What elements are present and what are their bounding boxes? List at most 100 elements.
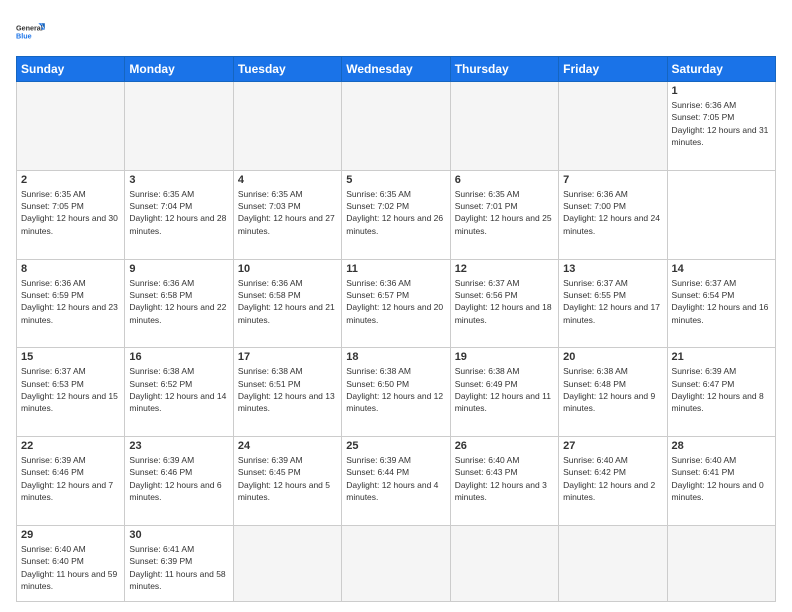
- calendar-week-5: 22Sunrise: 6:39 AMSunset: 6:46 PMDayligh…: [17, 437, 776, 526]
- day-detail: Sunrise: 6:35 AMSunset: 7:02 PMDaylight:…: [346, 188, 445, 237]
- day-number: 20: [563, 351, 662, 363]
- empty-cell: [342, 82, 450, 171]
- dow-header-friday: Friday: [559, 57, 667, 82]
- day-number: 8: [21, 263, 120, 275]
- calendar-day-14: 14 Sunrise: 6:37 AMSunset: 6:54 PMDayligh…: [667, 259, 775, 348]
- day-detail: Sunrise: 6:38 AMSunset: 6:49 PMDaylight:…: [455, 365, 554, 414]
- calendar-day-26: 26Sunrise: 6:40 AMSunset: 6:43 PMDayligh…: [450, 437, 558, 526]
- day-number: 4: [238, 174, 337, 186]
- day-number: 18: [346, 351, 445, 363]
- day-number: 21: [672, 351, 771, 363]
- calendar-day-28: 28Sunrise: 6:40 AMSunset: 6:41 PMDayligh…: [667, 437, 775, 526]
- day-number: 6: [455, 174, 554, 186]
- calendar-week-2: 2 Sunrise: 6:35 AMSunset: 7:05 PMDaylight…: [17, 170, 776, 259]
- calendar-day-16: 16Sunrise: 6:38 AMSunset: 6:52 PMDayligh…: [125, 348, 233, 437]
- calendar-day-3: 3Sunrise: 6:35 AMSunset: 7:04 PMDaylight…: [125, 170, 233, 259]
- day-number: 13: [563, 263, 662, 275]
- day-number: 29: [21, 529, 120, 541]
- calendar-day-27: 27 Sunrise: 6:40 AMSunset: 6:42 PMDayligh…: [559, 437, 667, 526]
- day-detail: Sunrise: 6:37 AMSunset: 6:56 PMDaylight:…: [455, 277, 554, 326]
- logo: GeneralBlue: [16, 16, 48, 48]
- day-number: 27: [563, 440, 662, 452]
- day-detail: Sunrise: 6:40 AMSunset: 6:43 PMDaylight:…: [455, 454, 554, 503]
- day-number: 25: [346, 440, 445, 452]
- day-detail: Sunrise: 6:36 AMSunset: 6:58 PMDaylight:…: [238, 277, 337, 326]
- calendar-day-17: 17 Sunrise: 6:38 AMSunset: 6:51 PMDayligh…: [233, 348, 341, 437]
- empty-cell: [559, 525, 667, 601]
- day-number: 12: [455, 263, 554, 275]
- calendar-day-5: 5 Sunrise: 6:35 AMSunset: 7:02 PMDaylight…: [342, 170, 450, 259]
- empty-cell: [233, 525, 341, 601]
- empty-cell: [17, 82, 125, 171]
- day-detail: Sunrise: 6:40 AMSunset: 6:40 PMDaylight:…: [21, 543, 120, 592]
- calendar-day-12: 12 Sunrise: 6:37 AMSunset: 6:56 PMDayligh…: [450, 259, 558, 348]
- calendar-day-11: 11 Sunrise: 6:36 AMSunset: 6:57 PMDayligh…: [342, 259, 450, 348]
- calendar-week-1: 1 Sunrise: 6:36 AMSunset: 7:05 PMDaylight…: [17, 82, 776, 171]
- calendar-table: SundayMondayTuesdayWednesdayThursdayFrid…: [16, 56, 776, 602]
- logo-icon: GeneralBlue: [16, 16, 48, 48]
- page: GeneralBlue SundayMondayTuesdayWednesday…: [0, 0, 792, 612]
- day-detail: Sunrise: 6:40 AMSunset: 6:42 PMDaylight:…: [563, 454, 662, 503]
- calendar-day-23: 23Sunrise: 6:39 AMSunset: 6:46 PMDayligh…: [125, 437, 233, 526]
- day-number: 17: [238, 351, 337, 363]
- calendar-day-13: 13Sunrise: 6:37 AMSunset: 6:55 PMDayligh…: [559, 259, 667, 348]
- day-detail: Sunrise: 6:38 AMSunset: 6:50 PMDaylight:…: [346, 365, 445, 414]
- dow-header-sunday: Sunday: [17, 57, 125, 82]
- day-number: 5: [346, 174, 445, 186]
- calendar-day-18: 18 Sunrise: 6:38 AMSunset: 6:50 PMDayligh…: [342, 348, 450, 437]
- calendar-day-15: 15Sunrise: 6:37 AMSunset: 6:53 PMDayligh…: [17, 348, 125, 437]
- empty-cell: [559, 82, 667, 171]
- days-of-week-row: SundayMondayTuesdayWednesdayThursdayFrid…: [17, 57, 776, 82]
- calendar-week-6: 29 Sunrise: 6:40 AMSunset: 6:40 PMDayligh…: [17, 525, 776, 601]
- day-number: 19: [455, 351, 554, 363]
- calendar-day-22: 22Sunrise: 6:39 AMSunset: 6:46 PMDayligh…: [17, 437, 125, 526]
- day-detail: Sunrise: 6:36 AMSunset: 6:58 PMDaylight:…: [129, 277, 228, 326]
- day-detail: Sunrise: 6:37 AMSunset: 6:54 PMDaylight:…: [672, 277, 771, 326]
- day-detail: Sunrise: 6:36 AMSunset: 7:00 PMDaylight:…: [563, 188, 662, 237]
- calendar-day-21: 21 Sunrise: 6:39 AMSunset: 6:47 PMDayligh…: [667, 348, 775, 437]
- calendar-day-9: 9Sunrise: 6:36 AMSunset: 6:58 PMDaylight…: [125, 259, 233, 348]
- empty-cell: [450, 525, 558, 601]
- day-detail: Sunrise: 6:39 AMSunset: 6:47 PMDaylight:…: [672, 365, 771, 414]
- svg-text:Blue: Blue: [16, 31, 32, 40]
- calendar-day-19: 19 Sunrise: 6:38 AMSunset: 6:49 PMDayligh…: [450, 348, 558, 437]
- calendar-day-2: 2 Sunrise: 6:35 AMSunset: 7:05 PMDaylight…: [17, 170, 125, 259]
- day-detail: Sunrise: 6:40 AMSunset: 6:41 PMDaylight:…: [672, 454, 771, 503]
- empty-cell: [233, 82, 341, 171]
- dow-header-monday: Monday: [125, 57, 233, 82]
- calendar-day-30: 30 Sunrise: 6:41 AMSunset: 6:39 PMDayligh…: [125, 525, 233, 601]
- day-number: 11: [346, 263, 445, 275]
- empty-cell: [125, 82, 233, 171]
- calendar-body: 1 Sunrise: 6:36 AMSunset: 7:05 PMDaylight…: [17, 82, 776, 602]
- calendar-day-1: 1 Sunrise: 6:36 AMSunset: 7:05 PMDaylight…: [667, 82, 775, 171]
- dow-header-thursday: Thursday: [450, 57, 558, 82]
- dow-header-wednesday: Wednesday: [342, 57, 450, 82]
- day-detail: Sunrise: 6:36 AMSunset: 6:59 PMDaylight:…: [21, 277, 120, 326]
- day-number: 22: [21, 440, 120, 452]
- day-number: 1: [672, 85, 771, 97]
- day-detail: Sunrise: 6:35 AMSunset: 7:01 PMDaylight:…: [455, 188, 554, 237]
- day-detail: Sunrise: 6:38 AMSunset: 6:52 PMDaylight:…: [129, 365, 228, 414]
- day-detail: Sunrise: 6:38 AMSunset: 6:51 PMDaylight:…: [238, 365, 337, 414]
- day-detail: Sunrise: 6:37 AMSunset: 6:53 PMDaylight:…: [21, 365, 120, 414]
- calendar-day-7: 7 Sunrise: 6:36 AMSunset: 7:00 PMDaylight…: [559, 170, 667, 259]
- day-detail: Sunrise: 6:35 AMSunset: 7:03 PMDaylight:…: [238, 188, 337, 237]
- day-detail: Sunrise: 6:38 AMSunset: 6:48 PMDaylight:…: [563, 365, 662, 414]
- day-detail: Sunrise: 6:36 AMSunset: 6:57 PMDaylight:…: [346, 277, 445, 326]
- calendar-day-10: 10Sunrise: 6:36 AMSunset: 6:58 PMDayligh…: [233, 259, 341, 348]
- day-number: 7: [563, 174, 662, 186]
- day-number: 2: [21, 174, 120, 186]
- day-detail: Sunrise: 6:41 AMSunset: 6:39 PMDaylight:…: [129, 543, 228, 592]
- day-number: 24: [238, 440, 337, 452]
- day-number: 30: [129, 529, 228, 541]
- day-detail: Sunrise: 6:36 AMSunset: 7:05 PMDaylight:…: [672, 99, 771, 148]
- day-detail: Sunrise: 6:35 AMSunset: 7:05 PMDaylight:…: [21, 188, 120, 237]
- calendar-day-20: 20 Sunrise: 6:38 AMSunset: 6:48 PMDayligh…: [559, 348, 667, 437]
- calendar-day-4: 4 Sunrise: 6:35 AMSunset: 7:03 PMDaylight…: [233, 170, 341, 259]
- empty-cell: [667, 525, 775, 601]
- day-number: 14: [672, 263, 771, 275]
- day-detail: Sunrise: 6:39 AMSunset: 6:45 PMDaylight:…: [238, 454, 337, 503]
- calendar-day-29: 29 Sunrise: 6:40 AMSunset: 6:40 PMDayligh…: [17, 525, 125, 601]
- calendar-day-25: 25Sunrise: 6:39 AMSunset: 6:44 PMDayligh…: [342, 437, 450, 526]
- calendar-week-3: 8 Sunrise: 6:36 AMSunset: 6:59 PMDaylight…: [17, 259, 776, 348]
